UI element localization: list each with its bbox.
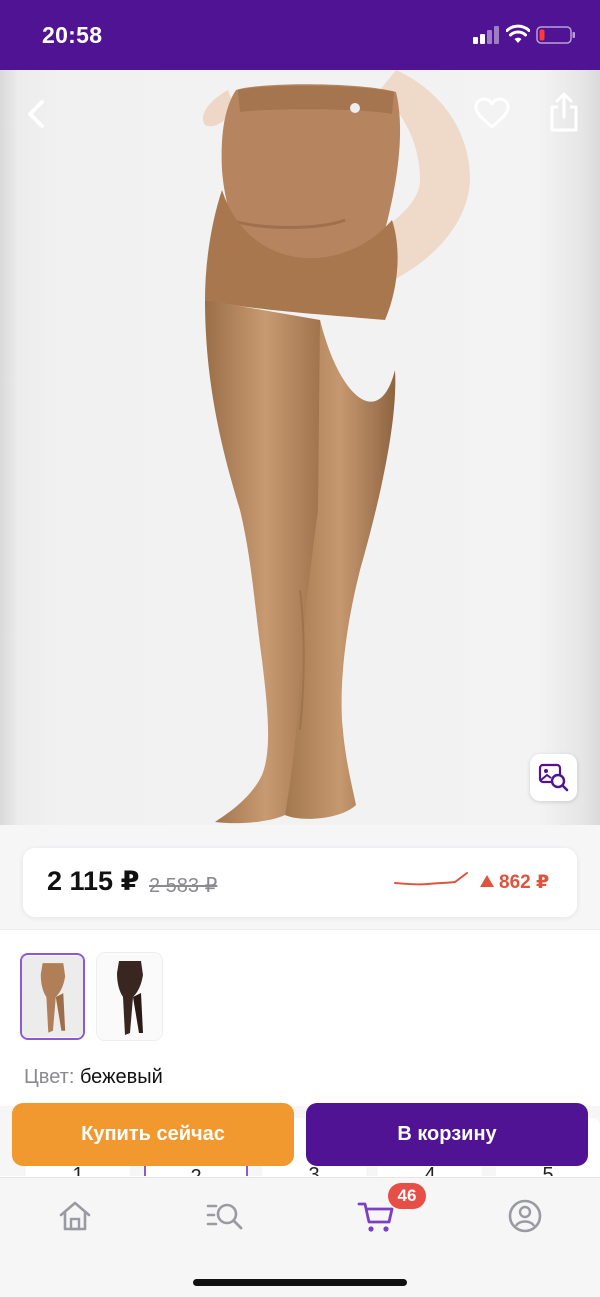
- color-info: Цвет: бежевый: [24, 1066, 163, 1089]
- home-icon: [59, 1201, 91, 1231]
- old-price: 2 583 ₽: [149, 875, 218, 897]
- product-photo: [202, 70, 470, 824]
- tab-catalog[interactable]: [205, 1196, 245, 1236]
- tab-profile[interactable]: [505, 1196, 545, 1236]
- price-history-chart: [394, 872, 468, 886]
- product-image[interactable]: [0, 70, 600, 825]
- color-label: Цвет:: [24, 1066, 75, 1088]
- color-value: бежевый: [79, 1066, 163, 1088]
- back-button[interactable]: [18, 94, 58, 134]
- variants-section: Цвет: бежевый: [0, 931, 600, 1106]
- current-price: 2 115 ₽: [47, 866, 140, 896]
- image-search-icon: [538, 763, 569, 792]
- catalog-search-icon: [206, 1203, 243, 1230]
- tab-bar: 46: [0, 1177, 600, 1297]
- wifi-icon: [506, 24, 530, 43]
- buy-now-button[interactable]: Купить сейчас: [12, 1103, 294, 1166]
- variant-swatch-beige[interactable]: [20, 953, 85, 1040]
- variant-beige-thumbnail: [22, 955, 83, 1038]
- tab-home[interactable]: [55, 1196, 95, 1236]
- status-bar: 20:58: [0, 0, 600, 70]
- price-change: 862 ₽: [499, 872, 550, 893]
- add-to-cart-button[interactable]: В корзину: [306, 1103, 588, 1166]
- cart-count-badge: 46: [388, 1183, 426, 1209]
- visual-search-button[interactable]: [530, 754, 577, 801]
- variant-swatch-black[interactable]: [97, 953, 162, 1040]
- price-up-icon: [480, 875, 494, 887]
- variant-black-thumbnail: [97, 953, 162, 1040]
- status-time: 20:58: [42, 22, 103, 48]
- cellular-signal-icon: [473, 26, 499, 44]
- profile-icon: [508, 1199, 542, 1233]
- price-card[interactable]: 2 115 ₽ 2 583 ₽ 862 ₽: [23, 848, 577, 917]
- share-button[interactable]: [544, 90, 584, 134]
- price-section: 2 115 ₽ 2 583 ₽ 862 ₽: [0, 825, 600, 930]
- battery-icon: [536, 26, 575, 44]
- home-indicator: [193, 1279, 407, 1286]
- favorite-button[interactable]: [472, 94, 512, 134]
